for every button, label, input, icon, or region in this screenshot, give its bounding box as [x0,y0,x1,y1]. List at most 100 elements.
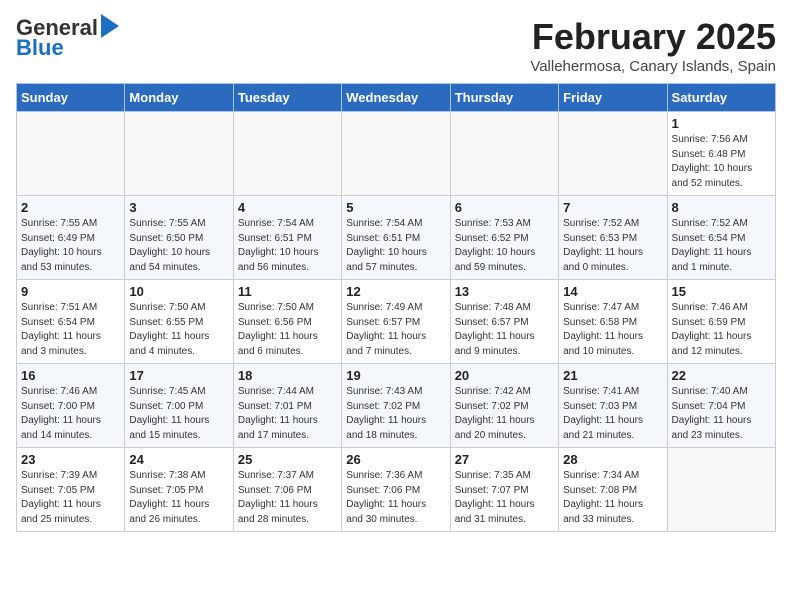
header-cell-friday: Friday [559,84,667,112]
header: General Blue February 2025 Vallehermosa,… [16,16,776,75]
day-info: Sunrise: 7:46 AM Sunset: 6:59 PM Dayligh… [672,301,771,359]
day-info: Sunrise: 7:48 AM Sunset: 6:57 PM Dayligh… [455,301,554,359]
day-info: Sunrise: 7:47 AM Sunset: 6:58 PM Dayligh… [563,301,662,359]
day-cell: 4 Sunrise: 7:54 AM Sunset: 6:51 PM Daylig… [233,196,341,280]
day-cell: 17 Sunrise: 7:45 AM Sunset: 7:00 PM Dayli… [125,364,233,448]
header-cell-wednesday: Wednesday [342,84,450,112]
day-cell: 8 Sunrise: 7:52 AM Sunset: 6:54 PM Daylig… [667,196,775,280]
day-number: 10 [129,284,228,299]
day-info: Sunrise: 7:42 AM Sunset: 7:02 PM Dayligh… [455,385,554,443]
day-info: Sunrise: 7:52 AM Sunset: 6:54 PM Dayligh… [672,217,771,275]
day-number: 11 [238,284,337,299]
day-number: 3 [129,200,228,215]
day-cell: 27 Sunrise: 7:35 AM Sunset: 7:07 PM Dayli… [450,448,558,532]
day-number: 4 [238,200,337,215]
header-cell-monday: Monday [125,84,233,112]
day-info: Sunrise: 7:54 AM Sunset: 6:51 PM Dayligh… [238,217,337,275]
day-cell: 26Sunrise: 7:36 AM Sunset: 7:06 PM Dayli… [342,448,450,532]
header-cell-saturday: Saturday [667,84,775,112]
day-number: 19 [346,368,445,383]
title-area: February 2025 Vallehermosa, Canary Islan… [530,16,776,75]
week-row-1: 1 Sunrise: 7:56 AM Sunset: 6:48 PM Daylig… [17,112,776,196]
day-info: Sunrise: 7:46 AM Sunset: 7:00 PM Dayligh… [21,385,120,443]
header-cell-sunday: Sunday [17,84,125,112]
day-info: Sunrise: 7:37 AM Sunset: 7:06 PM Dayligh… [238,469,337,527]
day-cell: 22 Sunrise: 7:40 AM Sunset: 7:04 PM Dayli… [667,364,775,448]
day-cell: 3 Sunrise: 7:55 AM Sunset: 6:50 PM Daylig… [125,196,233,280]
day-cell: 20 Sunrise: 7:42 AM Sunset: 7:02 PM Dayli… [450,364,558,448]
day-cell: 11Sunrise: 7:50 AM Sunset: 6:56 PM Dayli… [233,280,341,364]
day-cell: 15 Sunrise: 7:46 AM Sunset: 6:59 PM Dayli… [667,280,775,364]
calendar-header: SundayMondayTuesdayWednesdayThursdayFrid… [17,84,776,112]
day-number: 27 [455,452,554,467]
day-info: Sunrise: 7:40 AM Sunset: 7:04 PM Dayligh… [672,385,771,443]
day-number: 25 [238,452,337,467]
day-number: 23 [21,452,120,467]
day-info: Sunrise: 7:49 AM Sunset: 6:57 PM Dayligh… [346,301,445,359]
day-cell [17,112,125,196]
day-info: Sunrise: 7:55 AM Sunset: 6:49 PM Dayligh… [21,217,120,275]
calendar-body: 1 Sunrise: 7:56 AM Sunset: 6:48 PM Daylig… [17,112,776,532]
day-number: 9 [21,284,120,299]
day-info: Sunrise: 7:50 AM Sunset: 6:55 PM Dayligh… [129,301,228,359]
day-cell: 23 Sunrise: 7:39 AM Sunset: 7:05 PM Dayli… [17,448,125,532]
day-info: Sunrise: 7:54 AM Sunset: 6:51 PM Dayligh… [346,217,445,275]
day-info: Sunrise: 7:36 AM Sunset: 7:06 PM Dayligh… [346,469,445,527]
location-title: Vallehermosa, Canary Islands, Spain [530,58,776,75]
day-info: Sunrise: 7:51 AM Sunset: 6:54 PM Dayligh… [21,301,120,359]
day-cell: 12Sunrise: 7:49 AM Sunset: 6:57 PM Dayli… [342,280,450,364]
day-cell: 28 Sunrise: 7:34 AM Sunset: 7:08 PM Dayli… [559,448,667,532]
day-cell: 16 Sunrise: 7:46 AM Sunset: 7:00 PM Dayli… [17,364,125,448]
day-info: Sunrise: 7:56 AM Sunset: 6:48 PM Dayligh… [672,133,771,191]
week-row-2: 2 Sunrise: 7:55 AM Sunset: 6:49 PM Daylig… [17,196,776,280]
day-cell: 19 Sunrise: 7:43 AM Sunset: 7:02 PM Dayli… [342,364,450,448]
day-cell: 5 Sunrise: 7:54 AM Sunset: 6:51 PM Daylig… [342,196,450,280]
day-number: 14 [563,284,662,299]
header-row: SundayMondayTuesdayWednesdayThursdayFrid… [17,84,776,112]
day-number: 8 [672,200,771,215]
day-number: 20 [455,368,554,383]
day-info: Sunrise: 7:38 AM Sunset: 7:05 PM Dayligh… [129,469,228,527]
day-number: 22 [672,368,771,383]
day-cell: 13 Sunrise: 7:48 AM Sunset: 6:57 PM Dayli… [450,280,558,364]
week-row-4: 16 Sunrise: 7:46 AM Sunset: 7:00 PM Dayli… [17,364,776,448]
day-cell [233,112,341,196]
day-number: 16 [21,368,120,383]
logo-arrow-icon [101,14,119,38]
day-number: 17 [129,368,228,383]
month-title: February 2025 [530,16,776,58]
day-info: Sunrise: 7:41 AM Sunset: 7:03 PM Dayligh… [563,385,662,443]
calendar-table: SundayMondayTuesdayWednesdayThursdayFrid… [16,83,776,532]
day-number: 5 [346,200,445,215]
day-number: 13 [455,284,554,299]
day-info: Sunrise: 7:45 AM Sunset: 7:00 PM Dayligh… [129,385,228,443]
day-cell [559,112,667,196]
day-cell: 14 Sunrise: 7:47 AM Sunset: 6:58 PM Dayli… [559,280,667,364]
day-number: 6 [455,200,554,215]
logo-blue-text: Blue [16,36,64,60]
day-cell: 18Sunrise: 7:44 AM Sunset: 7:01 PM Dayli… [233,364,341,448]
week-row-5: 23 Sunrise: 7:39 AM Sunset: 7:05 PM Dayli… [17,448,776,532]
day-number: 21 [563,368,662,383]
day-number: 1 [672,116,771,131]
day-cell: 24Sunrise: 7:38 AM Sunset: 7:05 PM Dayli… [125,448,233,532]
day-info: Sunrise: 7:39 AM Sunset: 7:05 PM Dayligh… [21,469,120,527]
day-number: 15 [672,284,771,299]
header-cell-tuesday: Tuesday [233,84,341,112]
day-number: 2 [21,200,120,215]
day-cell [450,112,558,196]
day-info: Sunrise: 7:43 AM Sunset: 7:02 PM Dayligh… [346,385,445,443]
day-info: Sunrise: 7:53 AM Sunset: 6:52 PM Dayligh… [455,217,554,275]
day-info: Sunrise: 7:34 AM Sunset: 7:08 PM Dayligh… [563,469,662,527]
day-cell: 7Sunrise: 7:52 AM Sunset: 6:53 PM Daylig… [559,196,667,280]
day-cell: 6 Sunrise: 7:53 AM Sunset: 6:52 PM Daylig… [450,196,558,280]
day-cell: 10 Sunrise: 7:50 AM Sunset: 6:55 PM Dayli… [125,280,233,364]
day-number: 28 [563,452,662,467]
day-cell: 21 Sunrise: 7:41 AM Sunset: 7:03 PM Dayli… [559,364,667,448]
day-cell: 2 Sunrise: 7:55 AM Sunset: 6:49 PM Daylig… [17,196,125,280]
day-cell: 25 Sunrise: 7:37 AM Sunset: 7:06 PM Dayli… [233,448,341,532]
day-info: Sunrise: 7:55 AM Sunset: 6:50 PM Dayligh… [129,217,228,275]
day-info: Sunrise: 7:35 AM Sunset: 7:07 PM Dayligh… [455,469,554,527]
week-row-3: 9 Sunrise: 7:51 AM Sunset: 6:54 PM Daylig… [17,280,776,364]
day-info: Sunrise: 7:44 AM Sunset: 7:01 PM Dayligh… [238,385,337,443]
